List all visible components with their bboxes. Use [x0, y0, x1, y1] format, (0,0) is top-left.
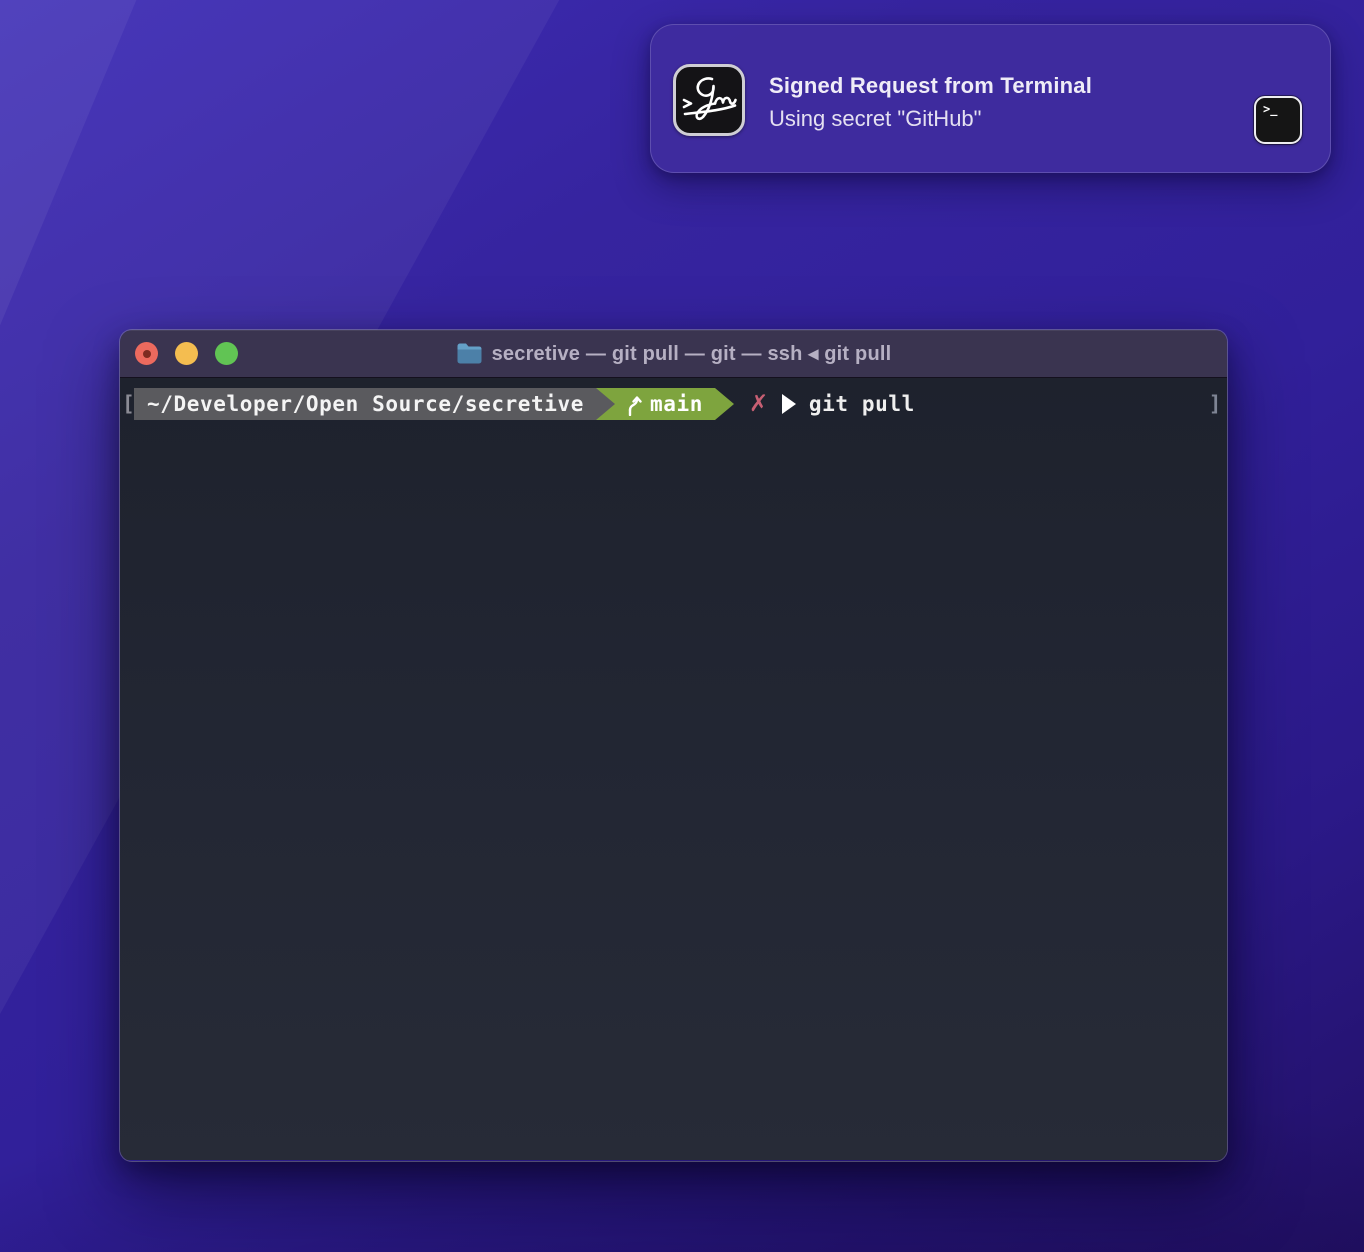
close-button[interactable]: [135, 342, 158, 365]
cwd-segment: ~/Developer/Open Source/secretive: [134, 388, 596, 420]
terminal-screen[interactable]: [ ~/Developer/Open Source/secretive main…: [120, 378, 1227, 1160]
notification-subtitle: Using secret "GitHub": [769, 106, 1092, 132]
git-branch-segment: main: [615, 388, 715, 420]
notification-banner[interactable]: Signed Request from Terminal Using secre…: [650, 24, 1331, 173]
traffic-lights: [135, 342, 238, 365]
prompt-bracket-left: [: [120, 392, 134, 416]
powerline-separator-icon: [715, 388, 734, 420]
powerline-separator-icon: [596, 388, 615, 420]
cwd-path: ~/Developer/Open Source/secretive: [147, 392, 584, 416]
terminal-window: secretive — git pull — git — ssh ◂ git p…: [120, 330, 1227, 1161]
command-text: git pull: [809, 392, 915, 416]
folder-icon: [456, 343, 483, 365]
git-dirty-indicator: ✗: [749, 388, 769, 420]
terminal-prompt-glyph: >_: [1263, 102, 1277, 116]
terminal-icon: >_: [1254, 96, 1302, 144]
prompt-bracket-right: ]: [1209, 388, 1222, 420]
zoom-button[interactable]: [215, 342, 238, 365]
window-title: secretive — git pull — git — ssh ◂ git p…: [492, 341, 892, 366]
prompt-caret-icon: [782, 394, 796, 414]
minimize-button[interactable]: [175, 342, 198, 365]
signature-icon: [676, 67, 742, 133]
secretive-app-icon: [673, 64, 745, 136]
document-edited-dot: [143, 350, 151, 358]
notification-title: Signed Request from Terminal: [769, 73, 1092, 99]
git-branch-name: main: [650, 392, 703, 416]
prompt-line: [ ~/Developer/Open Source/secretive main…: [120, 388, 1227, 420]
git-branch-icon: [625, 392, 642, 416]
window-titlebar[interactable]: secretive — git pull — git — ssh ◂ git p…: [120, 330, 1227, 378]
